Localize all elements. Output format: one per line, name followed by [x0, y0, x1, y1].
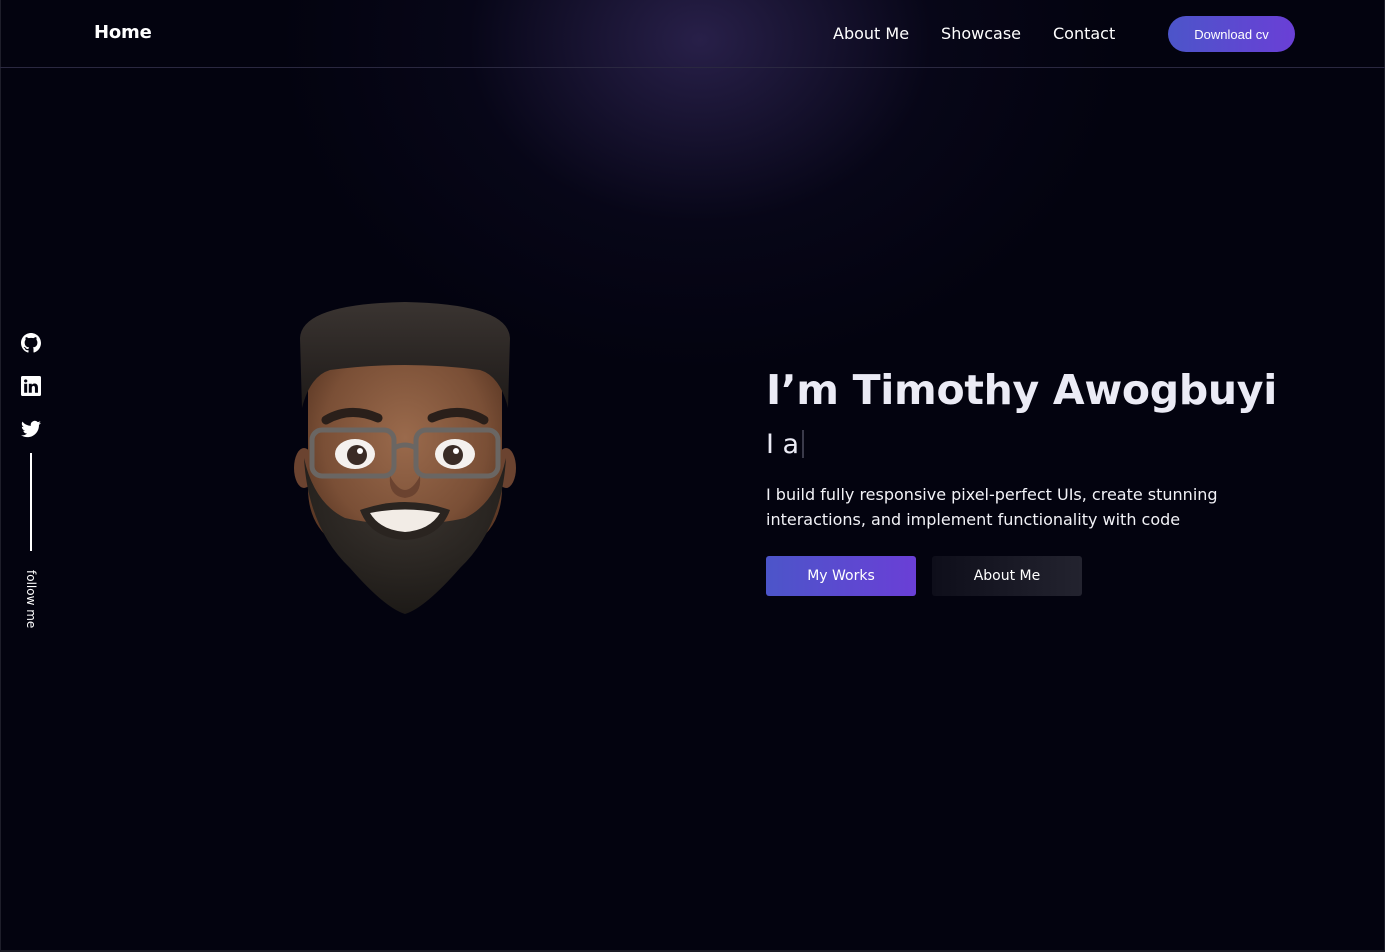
hero-buttons: My Works About Me [766, 556, 1326, 596]
home-link[interactable]: Home [94, 22, 152, 43]
memoji-avatar [290, 298, 520, 618]
site-header: Home About Me Showcase Contact Download … [0, 0, 1385, 68]
download-cv-button[interactable]: Download cv [1168, 16, 1295, 52]
typed-role-text: I a [766, 426, 1326, 462]
window-edge-left [0, 0, 1, 952]
my-works-button[interactable]: My Works [766, 556, 916, 596]
typing-caret [802, 430, 805, 458]
hero-description: I build fully responsive pixel-perfect U… [766, 485, 1218, 529]
github-icon[interactable] [21, 333, 41, 353]
twitter-icon[interactable] [21, 419, 41, 439]
nav-about-me[interactable]: About Me [833, 24, 909, 43]
follow-me-label: follow me [24, 570, 38, 629]
about-me-button[interactable]: About Me [932, 556, 1082, 596]
main-nav: About Me Showcase Contact [833, 24, 1115, 43]
nav-showcase[interactable]: Showcase [941, 24, 1021, 43]
typed-text-value: I a [766, 428, 800, 460]
portfolio-page: Home About Me Showcase Contact Download … [0, 0, 1385, 952]
social-sidebar: follow me [21, 333, 41, 628]
follow-divider-line [30, 453, 32, 551]
nav-contact[interactable]: Contact [1053, 24, 1115, 43]
hero-title: I’m Timothy Awogbuyi [766, 366, 1277, 414]
linkedin-icon[interactable] [21, 376, 41, 396]
hero-section: I’m Timothy Awogbuyi I a I build fully r… [766, 364, 1326, 596]
